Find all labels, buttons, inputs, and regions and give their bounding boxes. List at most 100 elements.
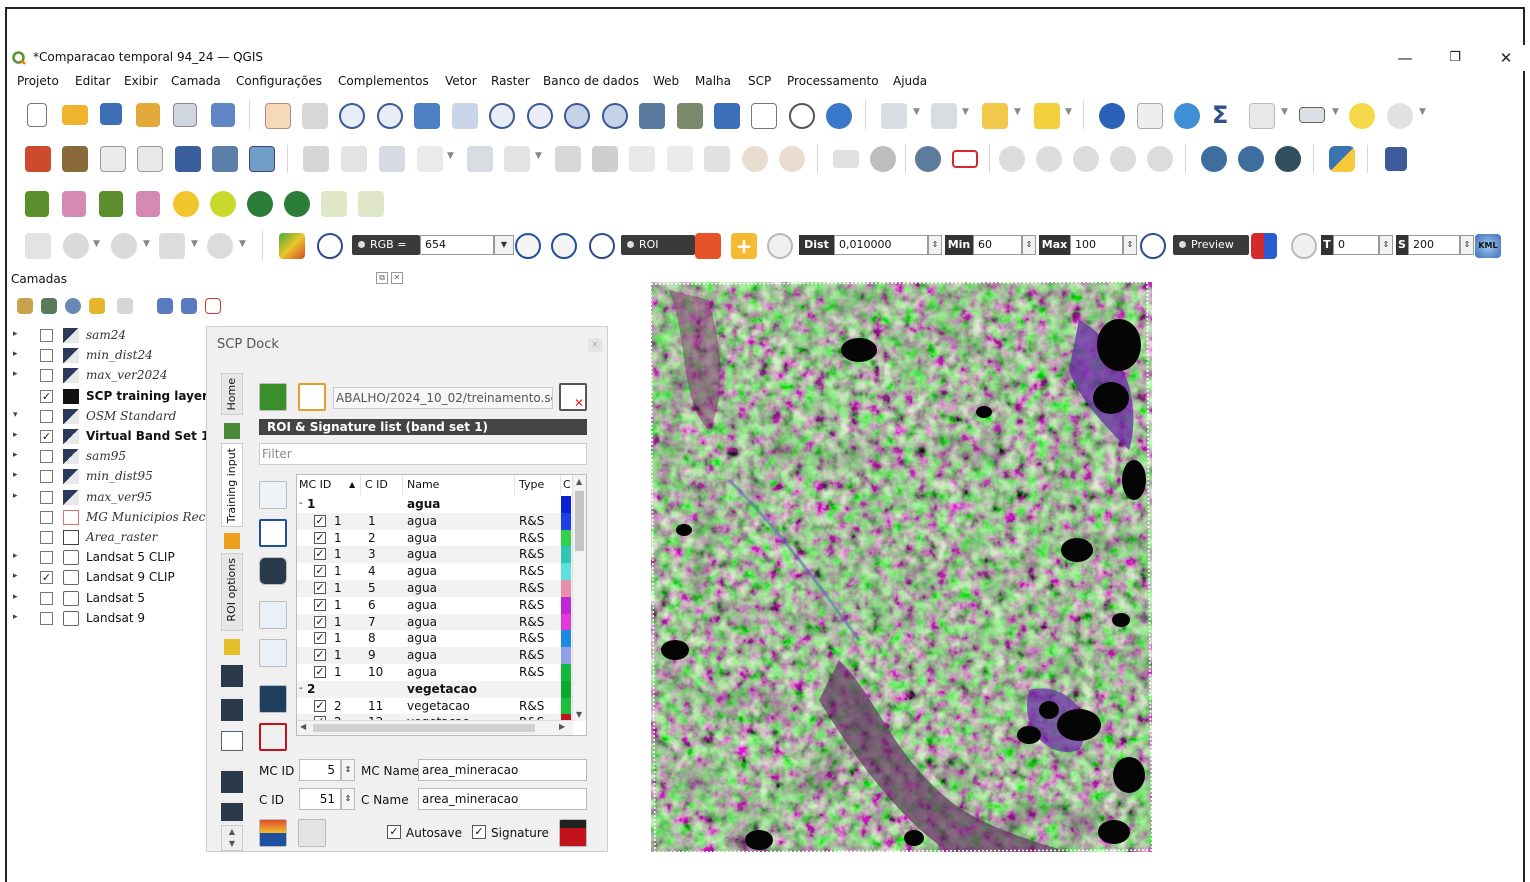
scp-zoom-roi-icon[interactable] xyxy=(589,233,615,259)
scp-save-roi-icon[interactable] xyxy=(298,819,326,847)
new-map-view-icon[interactable] xyxy=(639,103,665,129)
class-color-swatch[interactable] xyxy=(561,647,571,665)
filter-input[interactable]: Filter xyxy=(259,443,587,465)
class-color-swatch[interactable] xyxy=(561,546,571,564)
minimize-button[interactable]: — xyxy=(1382,47,1428,69)
measure-icon[interactable] xyxy=(1299,107,1325,123)
scp-stack-icon[interactable] xyxy=(221,665,243,687)
pan-icon[interactable] xyxy=(265,103,291,129)
label-highlight-icon[interactable] xyxy=(915,146,941,172)
kml-export-icon[interactable]: KML xyxy=(1475,234,1501,258)
mc-name-input[interactable]: area_mineracao xyxy=(418,759,587,781)
expand-arrow-icon[interactable]: ▸ xyxy=(13,369,18,379)
show-hide-labels-icon[interactable] xyxy=(1110,146,1136,172)
vertex-tool-icon[interactable] xyxy=(504,146,530,172)
chevron-down-icon[interactable]: ▼ xyxy=(1014,107,1022,117)
new-3d-map-icon[interactable] xyxy=(677,103,703,129)
label-abc-icon[interactable] xyxy=(952,150,978,168)
class-color-swatch[interactable] xyxy=(561,613,571,631)
scp-band-set-2-icon[interactable] xyxy=(136,191,160,217)
statistics-sigma-icon[interactable]: Σ xyxy=(1212,101,1236,129)
float-panel-icon[interactable]: ⧉ xyxy=(376,272,388,284)
scp-open-training-icon[interactable] xyxy=(298,383,326,411)
rotate-label-icon[interactable] xyxy=(1036,146,1062,172)
digitize-icon[interactable] xyxy=(467,146,493,172)
select-by-value-icon[interactable] xyxy=(931,103,957,129)
layer-visibility-checkbox[interactable] xyxy=(40,510,53,524)
attribute-table-icon[interactable] xyxy=(1137,103,1163,129)
row-checkbox[interactable]: ✓ xyxy=(314,548,326,561)
expand-arrow-icon[interactable]: ▸ xyxy=(13,491,18,501)
show-bookmarks-icon[interactable] xyxy=(751,103,777,129)
min-spinner[interactable]: ⇕ xyxy=(1022,235,1036,255)
save-as-icon[interactable] xyxy=(136,103,160,127)
class-color-swatch[interactable] xyxy=(561,529,571,547)
expand-arrow-icon[interactable]: ▸ xyxy=(13,592,18,602)
add-csv-layer-icon[interactable] xyxy=(100,146,126,172)
table-row[interactable]: ✓ 1 10 agua R&S xyxy=(297,664,572,681)
scp-preview-classification-icon[interactable] xyxy=(1251,233,1277,259)
gear-icon[interactable] xyxy=(1174,103,1200,129)
layer-visibility-checkbox[interactable]: ✓ xyxy=(40,430,53,443)
layer-visibility-checkbox[interactable] xyxy=(40,470,53,484)
scp-cursor-icon[interactable] xyxy=(63,233,89,259)
menu-malha[interactable]: Malha xyxy=(695,74,731,88)
mc-id-spinner[interactable]: ⇕ xyxy=(341,759,355,781)
layer-visibility-checkbox[interactable] xyxy=(40,591,53,605)
home-tab-icon[interactable] xyxy=(224,423,240,439)
scp-zoom-preview-icon[interactable] xyxy=(1140,233,1166,259)
scp-scatter-plot-icon[interactable] xyxy=(259,639,287,667)
globe-network-icon[interactable] xyxy=(1275,146,1301,172)
zoom-last-icon[interactable] xyxy=(564,103,590,129)
roi-toggle[interactable]: ROI xyxy=(621,235,695,255)
row-checkbox[interactable]: ✓ xyxy=(314,649,326,662)
expand-arrow-icon[interactable]: ▸ xyxy=(13,612,18,622)
scp-tab-scroll[interactable]: ▲ ▼ xyxy=(221,825,243,851)
t-input[interactable]: 0 xyxy=(1333,235,1379,255)
chevron-down-icon[interactable]: ▼ xyxy=(962,107,970,117)
mc-id-input[interactable]: 5 xyxy=(299,759,341,781)
new-project-icon[interactable] xyxy=(27,103,47,127)
menu-raster[interactable]: Raster xyxy=(491,74,530,88)
row-checkbox[interactable]: ✓ xyxy=(314,514,326,527)
class-color-swatch[interactable] xyxy=(561,664,571,681)
label-toolbar-icon[interactable] xyxy=(833,150,859,168)
horizontal-scroll-thumb[interactable] xyxy=(313,724,535,732)
column-header-mc-id[interactable]: MC ID ▲ xyxy=(297,475,361,495)
training-tab-icon[interactable] xyxy=(224,533,240,549)
rgb-combo[interactable]: 654 xyxy=(420,235,494,255)
filter-legend-icon[interactable] xyxy=(89,298,105,314)
class-color-swatch[interactable] xyxy=(561,630,571,648)
scp-remove-icon[interactable] xyxy=(259,557,287,585)
cut-icon[interactable] xyxy=(629,146,655,172)
select-location-icon[interactable] xyxy=(1034,103,1060,129)
row-checkbox[interactable]: ✓ xyxy=(314,666,326,678)
scp-redo-preview-icon[interactable] xyxy=(1291,233,1317,259)
menu-ajuda[interactable]: Ajuda xyxy=(893,74,927,88)
globe-search-icon[interactable] xyxy=(1238,146,1264,172)
delete-selected-icon[interactable] xyxy=(592,146,618,172)
chevron-down-icon[interactable]: ▼ xyxy=(913,107,921,117)
zoom-to-layer-icon[interactable] xyxy=(489,103,515,129)
table-row[interactable]: ✓ 1 3 agua R&S xyxy=(297,546,572,564)
menu-banco-de-dados[interactable]: Banco de dados xyxy=(543,74,639,88)
scp-spectral-2-icon[interactable] xyxy=(284,191,310,217)
print-layout-icon[interactable] xyxy=(173,103,197,127)
row-checkbox[interactable]: ✓ xyxy=(314,531,326,544)
menu-vetor[interactable]: Vetor xyxy=(445,74,477,88)
open-project-icon[interactable] xyxy=(62,105,88,125)
scp-remove-training-icon[interactable]: ✕ xyxy=(559,383,587,411)
copy-icon[interactable] xyxy=(667,146,693,172)
undo-icon[interactable] xyxy=(742,146,768,172)
manage-visibility-icon[interactable] xyxy=(65,298,81,314)
layer-visibility-checkbox[interactable] xyxy=(40,409,53,423)
t-spinner[interactable]: ⇕ xyxy=(1379,235,1393,255)
table-row[interactable]: ✓ 1 8 agua R&S xyxy=(297,630,572,648)
max-spinner[interactable]: ⇕ xyxy=(1123,235,1137,255)
zoom-next-icon[interactable] xyxy=(602,103,628,129)
expand-arrow-icon[interactable]: ▸ xyxy=(13,470,18,480)
scp-band-combination-icon[interactable] xyxy=(62,191,86,217)
identify-icon[interactable] xyxy=(1099,103,1125,129)
column-header-type[interactable]: Type xyxy=(515,475,561,495)
refresh-icon[interactable] xyxy=(826,103,852,129)
